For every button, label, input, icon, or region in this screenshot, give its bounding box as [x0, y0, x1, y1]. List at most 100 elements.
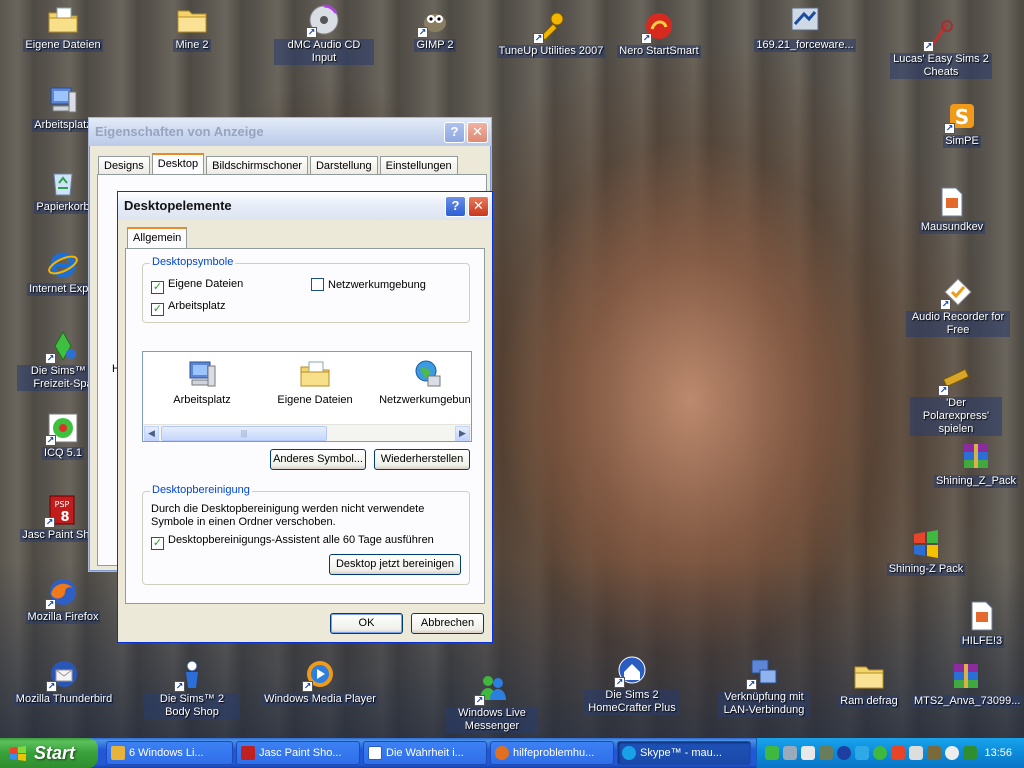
checkbox-eigene-dateien[interactable]: ✓ Eigene Dateien [151, 278, 243, 294]
scroll-left-arrow-icon[interactable]: ◀ [144, 426, 159, 441]
scrollbar-thumb[interactable]: ||| [161, 426, 327, 441]
desktop-icon-bodyshop[interactable]: ↗ Die Sims™ 2 Body Shop [144, 658, 240, 719]
installer-icon [789, 4, 821, 36]
checkbox-box[interactable] [311, 278, 324, 291]
list-item-label: Eigene Dateien [277, 394, 353, 406]
desktop-icon-media-player[interactable]: ↗ Windows Media Player [262, 658, 378, 706]
display-properties-titlebar[interactable]: Eigenschaften von Anzeige ? ✕ [89, 118, 491, 146]
desktop-icon-mausundkev[interactable]: Mausundkev [906, 186, 998, 234]
folder-documents-icon [47, 4, 79, 36]
list-item-netzwerkumgebung[interactable]: Netzwerkumgebung [373, 358, 471, 406]
checkbox-box[interactable]: ✓ [151, 281, 164, 294]
desktop-icons-group: Desktopsymbole ✓ Eigene Dateien ✓ Arbeitsp… [142, 256, 470, 323]
start-button[interactable]: Start [0, 738, 98, 768]
desktop-icon-tuneup[interactable]: ↗ TuneUp Utilities 2007 [495, 10, 607, 58]
checkbox-netzwerkumgebung[interactable]: Netzwerkumgebung [311, 278, 426, 291]
checkbox-box[interactable]: ✓ [151, 537, 164, 550]
desktop-icon-gimp[interactable]: ↗ GIMP 2 [389, 4, 481, 52]
clock[interactable]: 13:56 [984, 738, 1012, 768]
desktop-icon-nero[interactable]: ↗ Nero StartSmart [613, 10, 705, 58]
bodyshop-icon: ↗ [174, 658, 208, 692]
tab-darstellung[interactable]: Darstellung [309, 156, 378, 174]
desktop-icon-simpe[interactable]: S ↗ SimPE [916, 100, 1008, 148]
tray-icon[interactable] [891, 746, 905, 760]
clean-now-button[interactable]: Desktop jetzt bereinigen [329, 554, 461, 575]
desktop-icon-lan-connection[interactable]: ↗ Verknüpfung mit LAN-Verbindung [718, 656, 810, 717]
polarexpress-icon: ↗ [938, 362, 972, 396]
close-button[interactable]: ✕ [467, 122, 488, 143]
help-button[interactable]: ? [444, 122, 465, 143]
desktop-icon-mts2[interactable]: MTS2_Anva_73099... [912, 660, 1023, 708]
winrar-icon [960, 440, 992, 472]
dialog-title: Desktopelemente [124, 198, 232, 213]
checkbox-label: Arbeitsplatz [168, 300, 226, 312]
desktop-icon-forceware[interactable]: 169.21_forceware... [748, 4, 862, 52]
desktop-icon-list[interactable]: Arbeitsplatz Eigene Dateien Netzwerkumge… [142, 351, 472, 442]
tray-icon[interactable] [945, 746, 959, 760]
taskbar-item-firefox[interactable]: hilfeproblemhu... [490, 741, 614, 765]
list-item-arbeitsplatz[interactable]: Arbeitsplatz [147, 358, 257, 406]
checkbox-cleanup-wizard[interactable]: ✓ Desktopbereinigungs-Assistent alle 60 T… [151, 534, 434, 550]
tab-einstellungen[interactable]: Einstellungen [379, 156, 458, 174]
volume-icon[interactable] [909, 746, 923, 760]
desktop-icon-shining-z-pack[interactable]: Shining-Z Pack [880, 528, 972, 576]
restore-button[interactable]: Wiederherstellen [374, 449, 470, 470]
taskbar-item-skype[interactable]: Skype™ - mau... [617, 741, 751, 765]
taskbar-item-windows-live[interactable]: 6 Windows Li... [106, 741, 233, 765]
checkbox-box[interactable]: ✓ [151, 303, 164, 316]
document-icon [966, 600, 998, 632]
desktop-icon-hilfe3[interactable]: HILFE!3 [936, 600, 1024, 648]
taskbar-item-paintshop[interactable]: Jasc Paint Sho... [236, 741, 360, 765]
desktop-icon-homecrafter[interactable]: ↗ Die Sims 2 HomeCrafter Plus [584, 654, 680, 715]
desktop-icon-easy-sims-cheats[interactable]: ↗ Lucas' Easy Sims 2 Cheats [890, 18, 992, 79]
computer-icon [186, 358, 218, 390]
scroll-right-arrow-icon[interactable]: ▶ [455, 426, 470, 441]
tray-icon[interactable] [855, 746, 869, 760]
ok-button[interactable]: OK [330, 613, 403, 634]
desktop-icon-audio-recorder[interactable]: ↗ Audio Recorder for Free [906, 276, 1010, 337]
cd-icon: ↗ [306, 4, 340, 38]
list-item-label: Arbeitsplatz [173, 394, 231, 406]
tab-bildschirmschoner[interactable]: Bildschirmschoner [206, 156, 308, 174]
audio-recorder-icon: ↗ [940, 276, 974, 310]
cleanup-description: Durch die Desktopbereinigung werden nich… [151, 503, 425, 528]
desktop-icon-eigene-dateien[interactable]: Eigene Dateien [17, 4, 109, 52]
desktop-items-titlebar[interactable]: Desktopelemente ? ✕ [118, 192, 492, 220]
cancel-button[interactable]: Abbrechen [411, 613, 484, 634]
tab-designs[interactable]: Designs [98, 156, 150, 174]
desktop-icon-dmc-audio[interactable]: ↗ dMC Audio CD Input [274, 4, 374, 65]
desktop-icon-shining-z-pack-rar[interactable]: Shining_Z_Pack [930, 440, 1022, 488]
media-player-icon: ↗ [302, 658, 336, 692]
gimp-icon: ↗ [417, 4, 451, 38]
tray-icon[interactable] [819, 746, 833, 760]
checkbox-arbeitsplatz[interactable]: ✓ Arbeitsplatz [151, 300, 225, 316]
svg-text:PSP: PSP [55, 500, 70, 509]
horizontal-scrollbar[interactable]: ◀ ||| ▶ [143, 424, 471, 441]
tray-icon[interactable] [765, 746, 779, 760]
desktop-icon-thunderbird[interactable]: ↗ Mozilla Thunderbird [12, 658, 116, 706]
help-button[interactable]: ? [445, 196, 466, 217]
tray-icon[interactable] [837, 746, 851, 760]
tray-icon[interactable] [963, 746, 977, 760]
tray-icon[interactable] [783, 746, 797, 760]
tray-icon[interactable] [873, 746, 887, 760]
list-item-eigene-dateien[interactable]: Eigene Dateien [260, 358, 370, 406]
tray-icon[interactable] [801, 746, 815, 760]
thunderbird-icon: ↗ [46, 658, 80, 692]
tab-desktop[interactable]: Desktop [151, 153, 205, 174]
desktop-icon-mine-2[interactable]: Mine 2 [146, 4, 238, 52]
desktop-icon-live-messenger[interactable]: ↗ Windows Live Messenger [446, 672, 538, 733]
tab-allgemein[interactable]: Allgemein [127, 227, 188, 248]
desktop-icon-ram-defrag[interactable]: Ram defrag [823, 660, 915, 708]
desktop-icon-polarexpress[interactable]: ↗ 'Der Polarexpress' spielen [910, 362, 1002, 436]
taskbar-item-word-document[interactable]: Die Wahrheit i... [363, 741, 487, 765]
folder-icon [176, 4, 208, 36]
windows-logo-icon [10, 746, 26, 761]
close-button[interactable]: ✕ [468, 196, 489, 217]
desktop-icon-firefox[interactable]: ↗ Mozilla Firefox [17, 576, 109, 624]
system-tray: 13:56 [756, 738, 1024, 768]
tray-icon[interactable] [927, 746, 941, 760]
change-icon-button[interactable]: Anderes Symbol... [270, 449, 366, 470]
network-connection-icon: ↗ [746, 656, 780, 690]
internet-explorer-icon [47, 248, 79, 280]
